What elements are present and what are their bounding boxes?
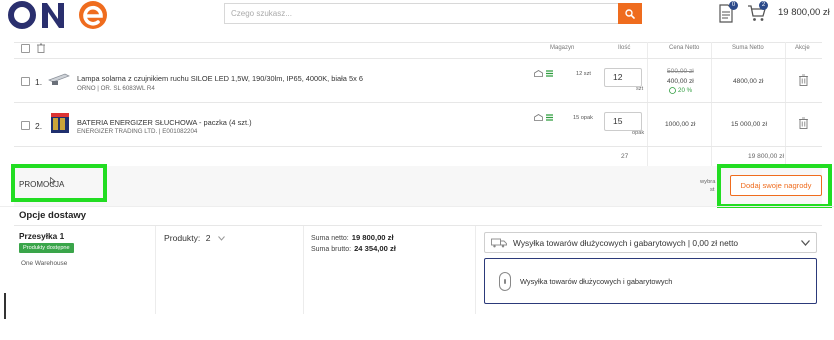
sum-net-label: Suma netto: bbox=[311, 235, 349, 242]
old-price: 500,00 zł bbox=[667, 68, 694, 75]
row-sum: 15 000,00 zł bbox=[731, 121, 767, 128]
search-bar bbox=[224, 3, 642, 24]
col-divider bbox=[785, 42, 786, 166]
total-quantity: 27 bbox=[621, 153, 629, 160]
chevron-down-icon bbox=[217, 236, 225, 241]
stock-level-icon bbox=[546, 114, 553, 121]
search-button[interactable] bbox=[618, 3, 642, 24]
availability-badge: Produkty dostępne bbox=[19, 243, 74, 253]
quantity-unit: opak bbox=[632, 130, 645, 136]
delete-row-icon[interactable] bbox=[799, 117, 808, 129]
col-divider bbox=[711, 42, 712, 166]
col-header-ilosc: Ilość bbox=[618, 45, 631, 51]
row-number: 2. bbox=[35, 121, 43, 131]
search-input[interactable] bbox=[225, 4, 615, 23]
row-checkbox[interactable] bbox=[21, 77, 30, 86]
unit-price: 1000,00 zł bbox=[665, 121, 696, 128]
delivery-options-title: Opcje dostawy bbox=[19, 210, 87, 221]
products-label: Produkty: bbox=[164, 233, 201, 243]
section-divider bbox=[0, 206, 834, 207]
warehouse-icon bbox=[534, 114, 543, 121]
total-sum: 19 800,00 zł bbox=[748, 153, 784, 160]
product-thumbnail[interactable] bbox=[49, 112, 71, 134]
stock-level-icon bbox=[546, 70, 553, 77]
sum-gross: Suma brutto: 24 354,00 zł bbox=[311, 244, 396, 253]
sum-net: Suma netto: 19 800,00 zł bbox=[311, 233, 394, 242]
sum-gross-label: Suma brutto: bbox=[311, 246, 352, 253]
products-dropdown[interactable]: Produkty: 2 bbox=[164, 233, 225, 243]
row-checkbox[interactable] bbox=[21, 121, 30, 130]
row-divider bbox=[14, 102, 822, 103]
shipping-option-label: Wysyłka towarów dłużycowych i gabarytowy… bbox=[520, 277, 673, 286]
chevron-down-icon bbox=[801, 240, 810, 246]
col-divider bbox=[475, 226, 476, 314]
documents-button[interactable]: 0 bbox=[718, 1, 738, 28]
discount-value: 20 % bbox=[678, 87, 693, 94]
warehouse-name: One Warehouse bbox=[21, 260, 68, 267]
oversize-shipping-icon bbox=[499, 272, 511, 291]
stock-quantity: 15 opak bbox=[573, 115, 593, 121]
row-sum: 4800,00 zł bbox=[733, 78, 764, 85]
product-code: ORNO | OR. SL 6083WL R4 bbox=[77, 85, 155, 92]
unit-price: 400,00 zł bbox=[667, 78, 694, 85]
discount-icon bbox=[669, 87, 676, 94]
quantity-unit: szt bbox=[636, 86, 644, 92]
table-top-border bbox=[14, 42, 822, 43]
stock-quantity: 12 szt bbox=[576, 71, 591, 77]
one-logo[interactable] bbox=[6, 0, 118, 32]
warehouse-icon bbox=[534, 70, 543, 77]
shipping-method-select[interactable]: Wysyłka towarów dłużycowych i gabarytowy… bbox=[484, 232, 817, 253]
products-count: 2 bbox=[205, 233, 211, 243]
col-divider bbox=[155, 226, 156, 314]
product-name-link[interactable]: Lampa solarna z czujnikiem ruchu SILOE L… bbox=[77, 74, 363, 83]
search-icon bbox=[625, 8, 635, 19]
choose-text-line: st bbox=[710, 187, 715, 193]
choose-rewards-text: wybra st bbox=[700, 178, 715, 194]
shipping-option-card[interactable]: Wysyłka towarów dłużycowych i gabarytowy… bbox=[484, 258, 817, 304]
sum-net-value: 19 800,00 zł bbox=[351, 233, 394, 242]
row-divider bbox=[14, 58, 822, 59]
delete-row-icon[interactable] bbox=[799, 74, 808, 86]
sum-gross-value: 24 354,00 zł bbox=[354, 244, 396, 253]
select-all-checkbox[interactable] bbox=[21, 44, 30, 53]
shipping-selected-label: Wysyłka towarów dłużycowych i gabarytowy… bbox=[513, 237, 739, 248]
col-header-akcje: Akcje bbox=[795, 45, 810, 51]
col-header-suma-netto: Suma Netto bbox=[732, 45, 764, 51]
truck-icon bbox=[491, 238, 507, 247]
shipment-title: Przesyłka 1 bbox=[19, 231, 65, 241]
row-divider bbox=[14, 146, 822, 147]
quantity-input[interactable]: 15 bbox=[604, 112, 642, 131]
product-name-link[interactable]: BATERIA ENERGIZER SŁUCHOWA - paczka (4 s… bbox=[77, 118, 252, 127]
cart-total: 19 800,00 zł bbox=[778, 7, 830, 18]
quantity-input[interactable]: 12 bbox=[604, 68, 642, 87]
rewards-highlight-frame bbox=[717, 164, 832, 208]
trash-icon[interactable] bbox=[37, 43, 45, 53]
cart-badge: 2 bbox=[759, 1, 768, 10]
col-divider bbox=[647, 42, 648, 166]
row-number: 1. bbox=[35, 77, 43, 87]
col-header-magazyn: Magazyn bbox=[550, 45, 575, 51]
documents-badge: 0 bbox=[729, 1, 738, 10]
section-divider bbox=[14, 225, 822, 226]
col-header-cena-netto: Cena Netto bbox=[669, 45, 700, 51]
product-code: ENERGIZER TRADING LTD. | E001082204 bbox=[77, 128, 198, 135]
cart-button[interactable]: 2 bbox=[747, 1, 768, 27]
left-edge-marker bbox=[4, 293, 6, 319]
col-divider bbox=[303, 226, 304, 314]
promo-highlight-frame bbox=[11, 164, 107, 202]
choose-text-line: wybra bbox=[700, 179, 716, 185]
product-thumbnail[interactable] bbox=[47, 68, 71, 88]
